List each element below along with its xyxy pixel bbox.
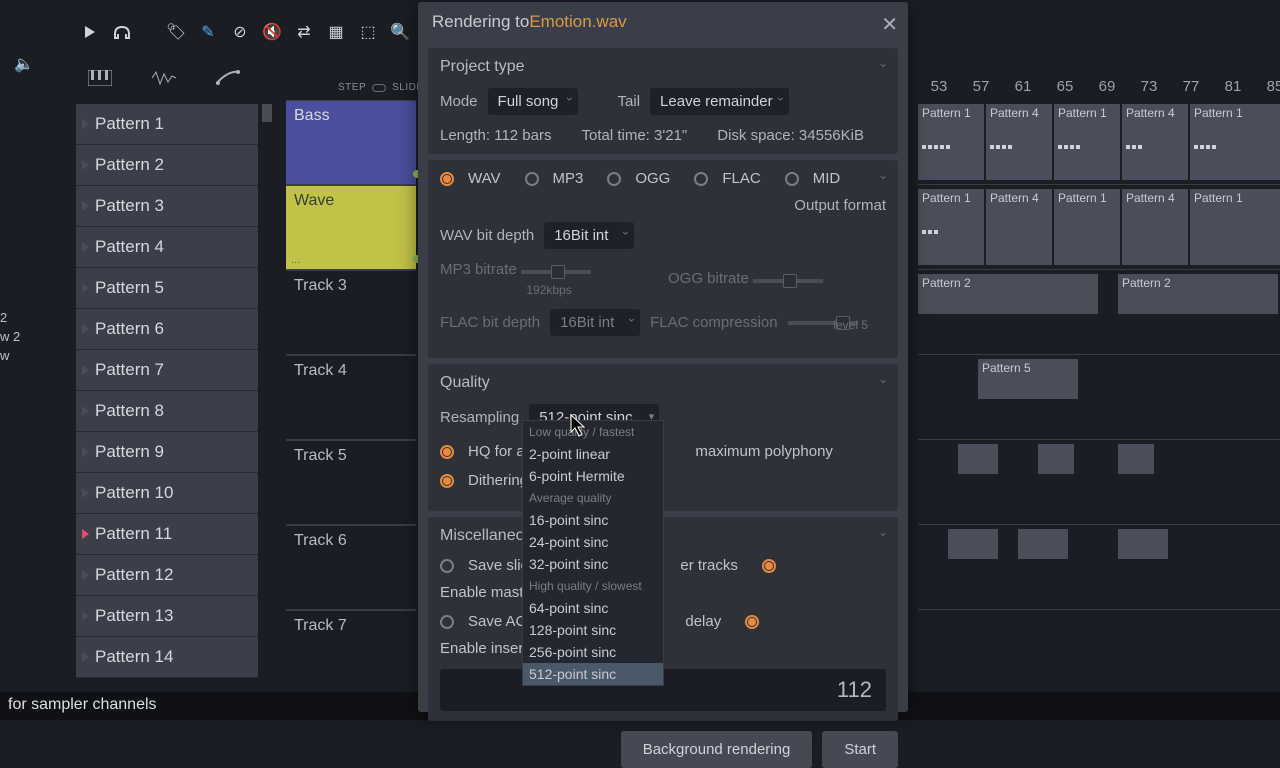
ogg-radio[interactable] xyxy=(607,172,621,186)
project-info: Length: 112 bars Total time: 3'21" Disk … xyxy=(440,127,886,144)
mode-dropdown[interactable]: Full song xyxy=(488,88,578,115)
dropdown-option[interactable]: 128-point sinc xyxy=(523,619,663,641)
brush-icon[interactable]: ✎ xyxy=(198,22,218,42)
speaker-icon[interactable]: 🔈 xyxy=(14,54,34,74)
pattern-item[interactable]: Pattern 4 xyxy=(76,227,258,268)
track-headers: Bass Wave... Track 3 Track 4 Track 5... … xyxy=(286,100,416,695)
dropdown-option[interactable]: 24-point sinc xyxy=(523,531,663,553)
main-toolbar: 🏷 ✎ ⊘ 🔇 ⇄ ▦ ⬚ 🔍 🔊 xyxy=(80,22,442,42)
playlist-row xyxy=(918,610,1280,695)
zoom-icon[interactable]: 🔍 xyxy=(390,22,410,42)
dropdown-option[interactable]: 32-point sinc xyxy=(523,553,663,575)
close-icon[interactable]: ✕ xyxy=(881,12,898,37)
view-toolbar xyxy=(88,70,240,90)
pattern-item-selected[interactable]: Pattern 11 xyxy=(76,514,258,555)
playlist-row: Pattern 1 Pattern 4 Pattern 1 Pattern 4 … xyxy=(918,100,1280,185)
playlist-row: Pattern 1 Pattern 4 Pattern 1 Pattern 4 … xyxy=(918,185,1280,270)
scrollbar-thumb[interactable] xyxy=(262,104,272,122)
dropdown-option-selected[interactable]: 512-point sinc xyxy=(523,663,663,685)
pattern-list: Pattern 1 Pattern 2 Pattern 3 Pattern 4 … xyxy=(76,104,258,678)
prohibit-icon[interactable]: ⊘ xyxy=(230,22,250,42)
ogg-bitrate-slider xyxy=(753,279,823,283)
save-slice-radio[interactable] xyxy=(440,559,454,573)
playlist-row xyxy=(918,440,1280,525)
mute-icon[interactable]: 🔇 xyxy=(262,22,282,42)
grid-icon[interactable]: ▦ xyxy=(326,22,346,42)
pattern-item[interactable]: Pattern 8 xyxy=(76,391,258,432)
mouse-cursor xyxy=(570,414,588,443)
dropdown-option[interactable]: 16-point sinc xyxy=(523,509,663,531)
flac-radio[interactable] xyxy=(694,172,708,186)
resampling-dropdown-menu: Low quality / fastest 2-point linear 6-p… xyxy=(522,420,664,686)
wav-radio[interactable] xyxy=(440,172,454,186)
pattern-item[interactable]: Pattern 3 xyxy=(76,186,258,227)
track-header[interactable]: Track 5... xyxy=(286,440,416,525)
pattern-item[interactable]: Pattern 6 xyxy=(76,309,258,350)
start-button[interactable]: Start xyxy=(822,731,898,768)
collapse-icon[interactable]: ⌄ xyxy=(878,56,888,70)
pattern-item[interactable]: Pattern 9 xyxy=(76,432,258,473)
dropdown-option[interactable]: 2-point linear xyxy=(523,443,663,465)
swap-icon[interactable]: ⇄ xyxy=(294,22,314,42)
track-header-bass[interactable]: Bass xyxy=(286,100,416,185)
piano-icon[interactable] xyxy=(88,70,112,90)
pattern-item[interactable]: Pattern 7 xyxy=(76,350,258,391)
track-header[interactable]: Track 6... xyxy=(286,525,416,610)
pattern-item[interactable]: Pattern 1 xyxy=(76,104,258,145)
play-icon[interactable] xyxy=(80,22,100,42)
headphones-icon[interactable] xyxy=(112,22,132,42)
automation-icon[interactable] xyxy=(216,70,240,90)
dithering-radio[interactable] xyxy=(440,474,454,488)
pattern-item[interactable]: Pattern 13 xyxy=(76,596,258,637)
playlist-row: Pattern 5 xyxy=(918,355,1280,440)
waveform-icon[interactable] xyxy=(152,70,176,90)
mid-radio[interactable] xyxy=(785,172,799,186)
track-header[interactable]: Track 4 xyxy=(286,355,416,440)
mp3-bitrate-slider xyxy=(521,270,591,274)
dropdown-option[interactable]: 64-point sinc xyxy=(523,597,663,619)
dialog-title: Rendering to Emotion.wav xyxy=(418,2,908,42)
pattern-item[interactable]: Pattern 2 xyxy=(76,145,258,186)
track-header-wave[interactable]: Wave... xyxy=(286,185,416,270)
pattern-item[interactable]: Pattern 12 xyxy=(76,555,258,596)
tag-icon[interactable]: 🏷 xyxy=(166,22,186,42)
dropdown-option[interactable]: 6-point Hermite xyxy=(523,465,663,487)
section-title: Project type xyxy=(440,58,886,76)
project-type-section: Project type ⌄ Mode Full song Tail Leave… xyxy=(428,48,898,154)
tail-dropdown[interactable]: Leave remainder xyxy=(650,88,789,115)
master-fx-radio[interactable] xyxy=(762,559,776,573)
collapse-icon[interactable]: ⌄ xyxy=(878,372,888,386)
playlist-row xyxy=(918,525,1280,610)
crop-icon[interactable]: ⬚ xyxy=(358,22,378,42)
pattern-item[interactable]: Pattern 5 xyxy=(76,268,258,309)
pattern-item[interactable]: Pattern 14 xyxy=(76,637,258,678)
hq-radio[interactable] xyxy=(440,445,454,459)
track-header[interactable]: Track 3 xyxy=(286,270,416,355)
playlist-area[interactable]: Pattern 1 Pattern 4 Pattern 1 Pattern 4 … xyxy=(918,100,1280,695)
mp3-radio[interactable] xyxy=(525,172,539,186)
flac-depth-dropdown: 16Bit int xyxy=(550,309,640,336)
track-header[interactable]: Track 7 xyxy=(286,610,416,695)
save-acid-radio[interactable] xyxy=(440,615,454,629)
timeline-ruler[interactable]: 535761656973778185 xyxy=(918,78,1280,100)
background-rendering-button[interactable]: Background rendering xyxy=(621,731,813,768)
wav-depth-dropdown[interactable]: 16Bit int xyxy=(544,222,634,249)
collapse-icon[interactable]: ⌄ xyxy=(878,168,888,182)
insert-fx-radio[interactable] xyxy=(745,615,759,629)
playlist-row: Pattern 2 Pattern 2 xyxy=(918,270,1280,355)
pattern-item[interactable]: Pattern 10 xyxy=(76,473,258,514)
collapse-icon[interactable]: ⌄ xyxy=(878,525,888,539)
output-format-section: WAV MP3 OGG FLAC MID Output format ⌄ WAV… xyxy=(428,160,898,358)
step-slide-toggle[interactable]: STEPSLIDE xyxy=(338,82,424,93)
dropdown-option[interactable]: 256-point sinc xyxy=(523,641,663,663)
left-panel-fragment: 2 w 2 w xyxy=(0,310,20,363)
